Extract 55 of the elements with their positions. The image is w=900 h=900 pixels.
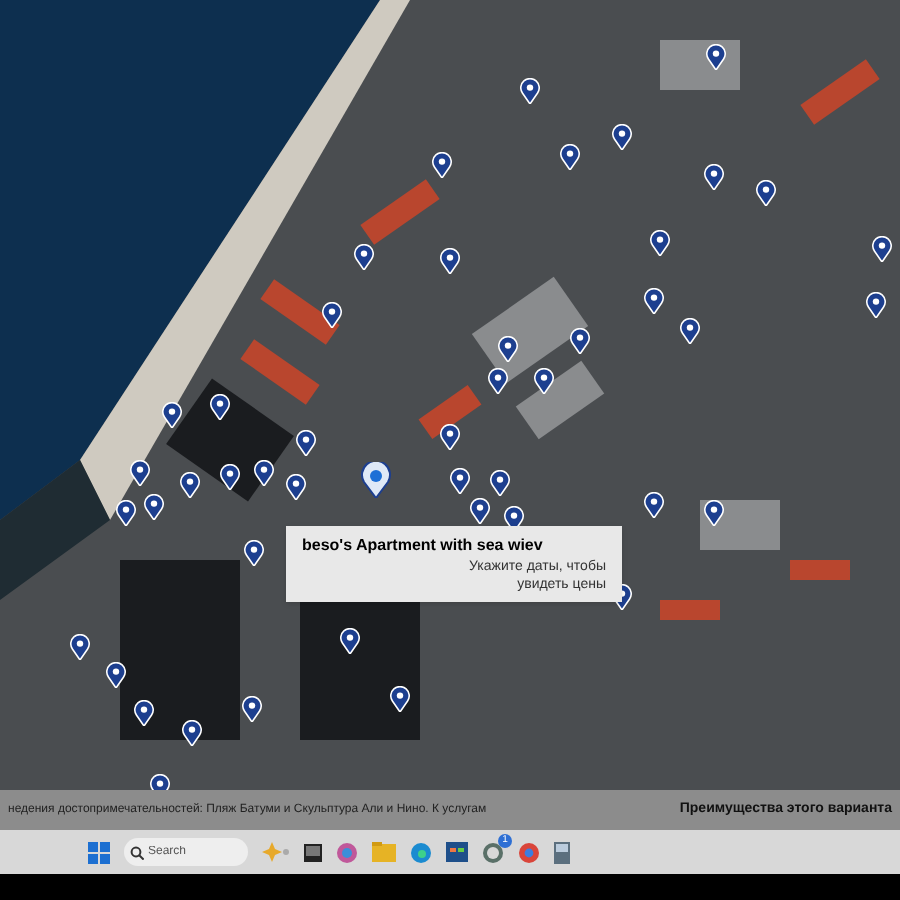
map-pin-icon[interactable]	[704, 164, 724, 190]
property-name: beso's Apartment with sea wiev	[302, 534, 543, 558]
search-icon	[130, 845, 144, 859]
chrome-icon[interactable]	[518, 841, 540, 863]
browser-icon[interactable]	[410, 841, 432, 863]
map-pin-icon[interactable]	[488, 368, 508, 394]
document-icon[interactable]	[554, 841, 570, 863]
map-pin-icon[interactable]	[704, 500, 724, 526]
map-pin-icon[interactable]	[144, 494, 164, 520]
map-pin-icon[interactable]	[440, 248, 460, 274]
map-pin-icon[interactable]	[872, 236, 892, 262]
chat-icon[interactable]	[482, 841, 504, 863]
map-pin-icon[interactable]	[254, 460, 274, 486]
map-pin-icon[interactable]	[432, 152, 452, 178]
map-pin-icon[interactable]	[450, 468, 470, 494]
map-pin-icon[interactable]	[866, 292, 886, 318]
map-pin-icon[interactable]	[354, 244, 374, 270]
map-pin-icon[interactable]	[210, 394, 230, 420]
map-pin-icon[interactable]	[612, 124, 632, 150]
map-pin-icon[interactable]	[498, 336, 518, 362]
map-pin-icon[interactable]	[520, 78, 540, 104]
map-pin-icon[interactable]	[706, 44, 726, 70]
map-pin-icon[interactable]	[296, 430, 316, 456]
map-pin-icon[interactable]	[180, 472, 200, 498]
map-pin-icon[interactable]	[130, 460, 150, 486]
map-pin-icon[interactable]	[244, 540, 264, 566]
map-pin-icon[interactable]	[162, 402, 182, 428]
map-pin-icon[interactable]	[644, 288, 664, 314]
store-icon[interactable]	[446, 842, 468, 862]
map-pin-icon[interactable]	[116, 500, 136, 526]
map-pin-icon[interactable]	[340, 628, 360, 654]
map-pin-icon[interactable]	[644, 492, 664, 518]
selected-pin-icon[interactable]	[360, 462, 392, 498]
map-pin-icon[interactable]	[322, 302, 342, 328]
map-pin-icon[interactable]	[470, 498, 490, 524]
map-pin-icon[interactable]	[490, 470, 510, 496]
map-pin-icon[interactable]	[390, 686, 410, 712]
map-pin-icon[interactable]	[134, 700, 154, 726]
map-pin-icon[interactable]	[680, 318, 700, 344]
map-pin-icon[interactable]	[242, 696, 262, 722]
map-pin-icon[interactable]	[570, 328, 590, 354]
map-pin-icon[interactable]	[182, 720, 202, 746]
map-pin-icon[interactable]	[440, 424, 460, 450]
map-pin-icon[interactable]	[106, 662, 126, 688]
map-pin-icon[interactable]	[756, 180, 776, 206]
map-pin-icon[interactable]	[534, 368, 554, 394]
copilot-icon[interactable]	[336, 841, 358, 863]
map-pin-icon[interactable]	[650, 230, 670, 256]
map-pin-icon[interactable]	[220, 464, 240, 490]
task-view-icon[interactable]	[304, 843, 322, 861]
map-pin-icon[interactable]	[560, 144, 580, 170]
start-icon[interactable]	[88, 841, 110, 863]
satellite-map-drawing[interactable]	[0, 0, 900, 790]
map-pin-icon[interactable]	[286, 474, 306, 500]
map-pin-icon[interactable]	[70, 634, 90, 660]
